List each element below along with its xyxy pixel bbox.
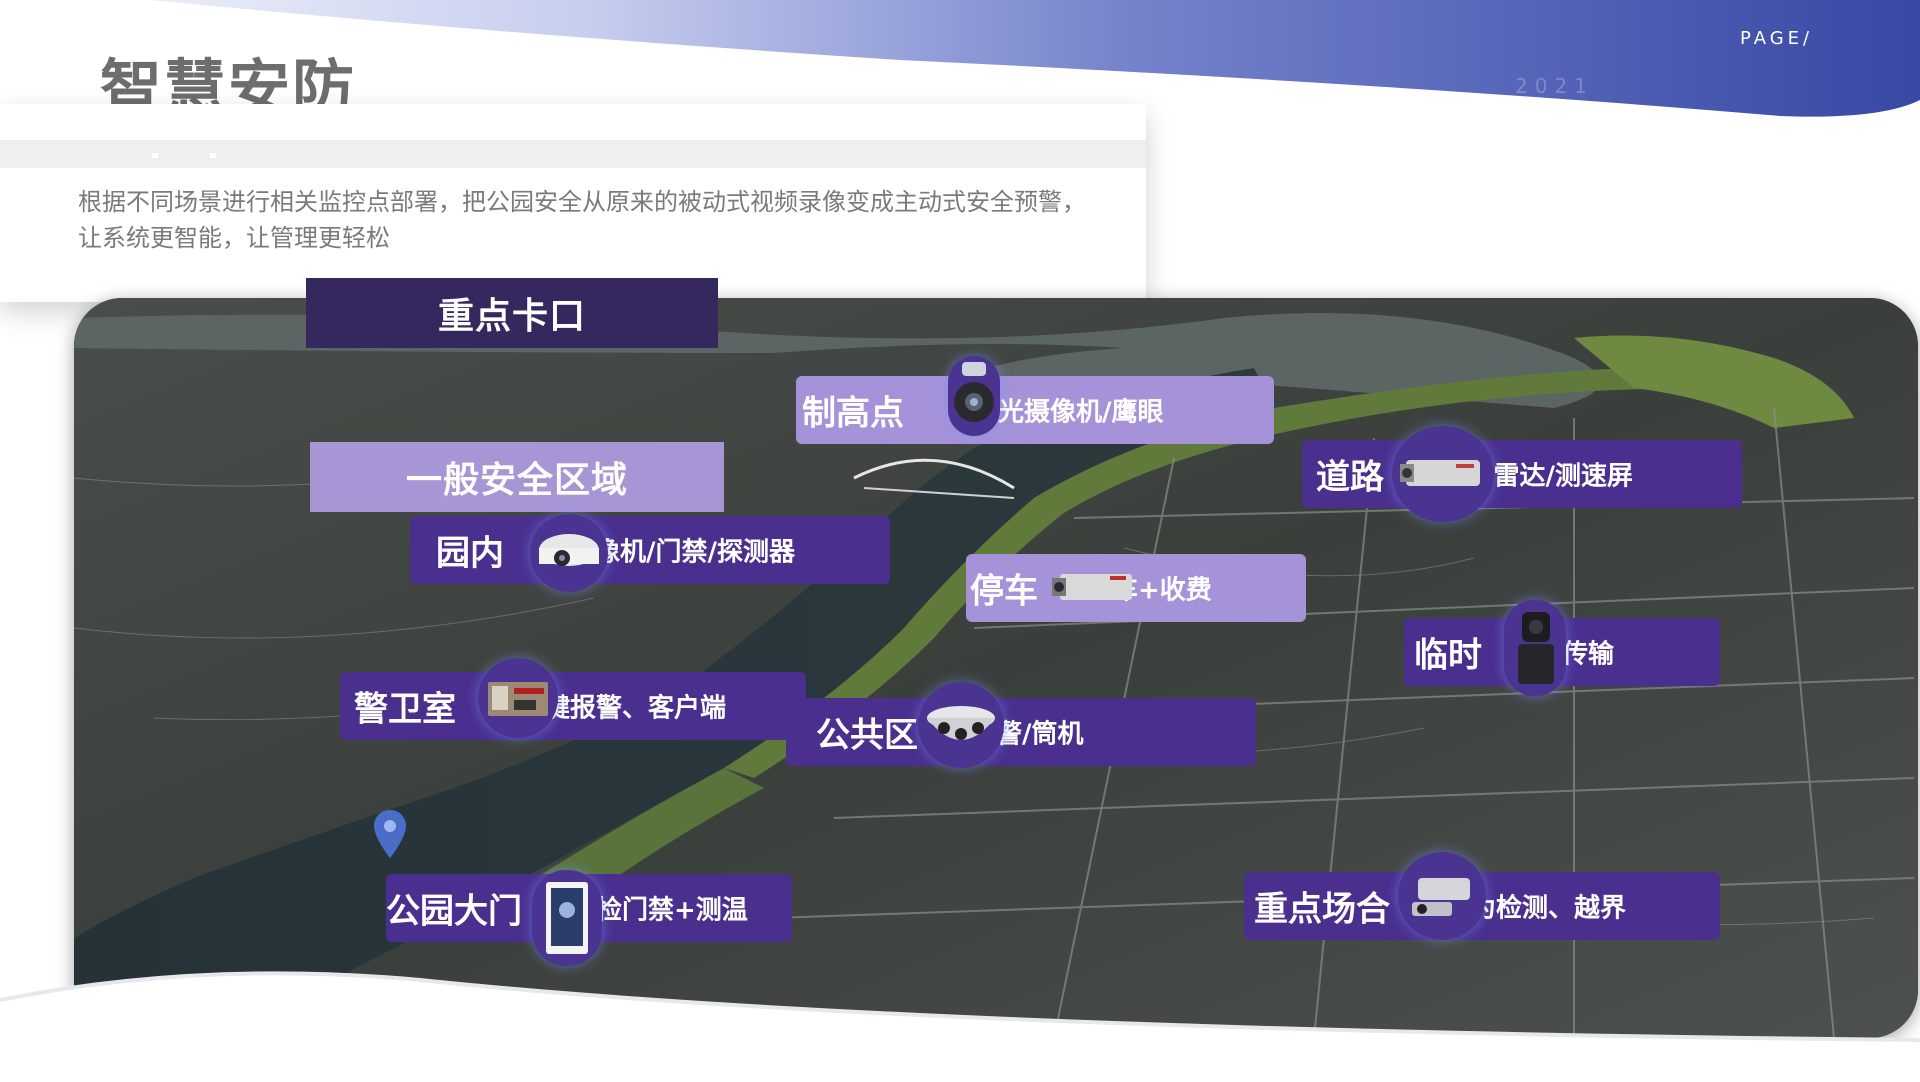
panoramic-camera-icon [918,682,1004,768]
tag-key-venue-title: 重点场合 [1254,889,1390,930]
tag-park-inside-desc: 像机/门禁/探测器 [594,537,795,568]
divider-dot [152,153,158,158]
tag-parking-title: 停车 [970,571,1038,612]
footer-wave [0,971,1920,1082]
tag-road-desc: /雷达/测速屏 [1484,461,1633,492]
box-camera-icon [1392,426,1494,522]
tag-park-gate-desc: 检门禁+测温 [596,895,748,926]
tag-guard-room[interactable]: 警卫室 键报警、客户端 [340,672,806,740]
zone-general-area: 一般安全区域 [310,442,724,512]
location-pin-icon [374,810,406,858]
tag-public-area-title: 公共区 [816,715,918,756]
access-terminal-icon [532,870,602,966]
tag-public-area[interactable]: 公共区 警/筒机 [786,698,1256,766]
tag-key-venue-desc: 为检测、越界 [1470,893,1627,924]
zone-key-checkpoint: 重点卡口 [306,278,718,348]
tag-lookout-title: 制高点 [802,393,904,434]
ptz-camera-icon [948,356,1000,436]
tag-temporary-title: 临时 [1414,635,1482,676]
tag-road[interactable]: 道路 /雷达/测速屏 [1302,440,1742,508]
divider-dot [210,153,216,158]
header-divider-strip [0,140,1146,168]
page-label: PAGE/ [1740,28,1814,49]
tag-public-area-desc: 警/筒机 [996,719,1084,750]
tag-park-inside[interactable]: 园内 像机/门禁/探测器 [410,516,890,584]
tag-lookout[interactable]: 制高点 光摄像机/鹰眼 [796,376,1274,444]
tag-temporary-desc: 传输 [1562,639,1615,670]
tag-park-inside-title: 园内 [436,533,504,574]
bullet-camera-icon [1044,556,1140,618]
alarm-panel-icon [478,658,558,738]
tag-guard-room-desc: 键报警、客户端 [544,693,727,724]
tag-guard-room-title: 警卫室 [354,689,456,730]
dome-camera-icon [530,514,608,592]
tag-lookout-desc: 光摄像机/鹰眼 [998,397,1164,428]
description-text: 根据不同场景进行相关监控点部署，把公园安全从原来的被动式视频录像变成主动式安全预… [78,188,1086,252]
behavior-camera-icon [1398,852,1486,940]
tag-park-gate-title: 公园大门 [386,891,522,932]
mobile-camera-icon [1504,600,1566,696]
tag-road-title: 道路 [1316,457,1384,498]
year-label: 2021 [1515,74,1594,98]
